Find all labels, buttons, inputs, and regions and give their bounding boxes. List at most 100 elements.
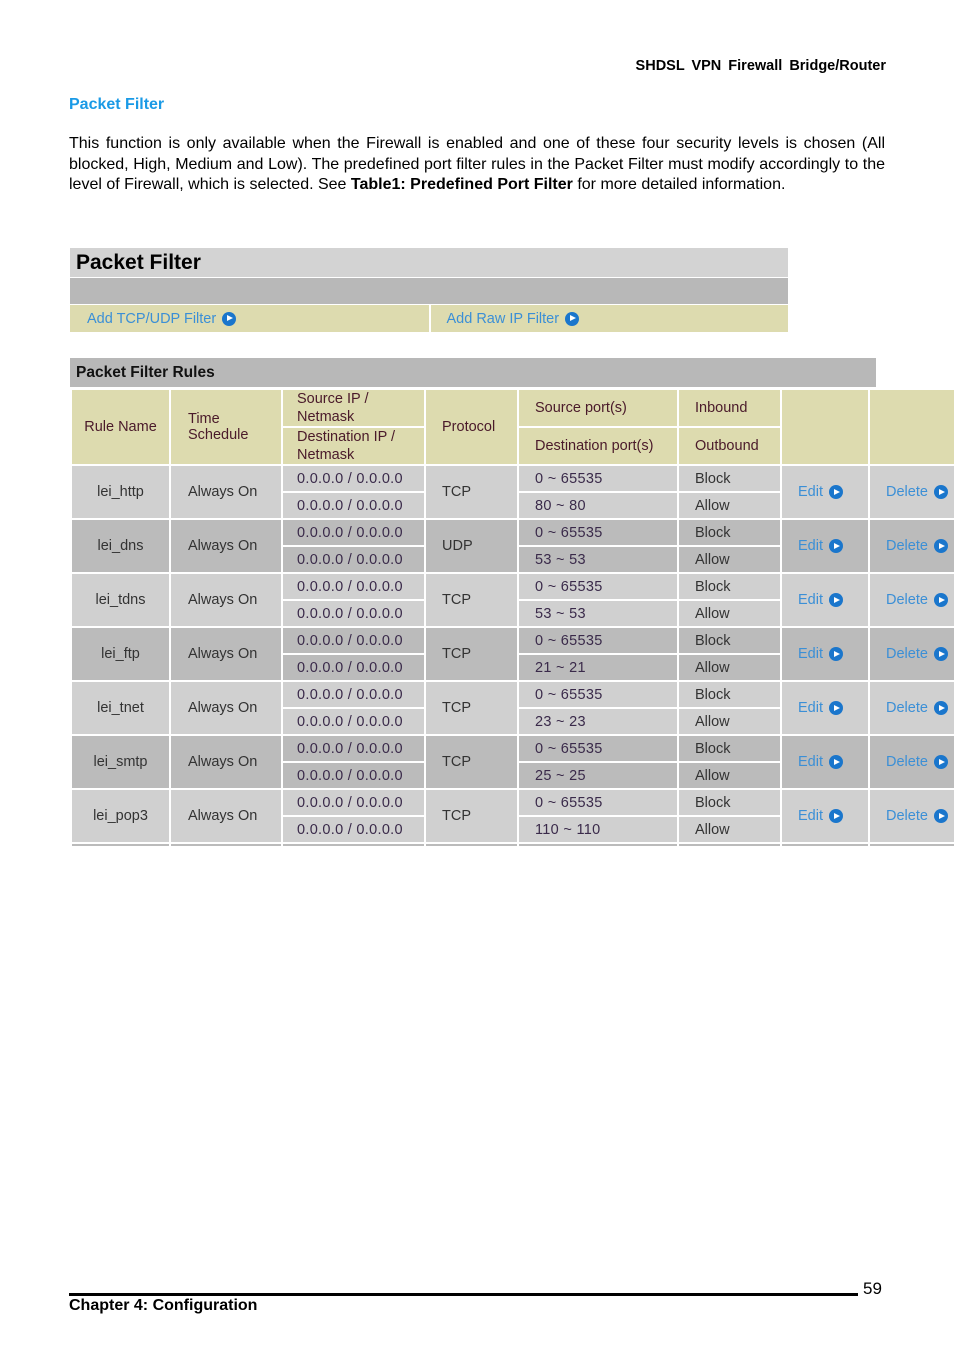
protocol: TCP [424,788,519,844]
bottom-edge-cell [169,843,283,848]
page-number: 59 [863,1279,882,1298]
header-edit-blank [780,388,870,466]
protocol: TCP [424,626,519,682]
edit-button[interactable]: Edit [798,808,843,824]
destination-ports: 53 ~ 53 [517,599,679,628]
source-ip: 0.0.0.0 / 0.0.0.0 [281,734,426,763]
inbound-action: Block [677,734,782,763]
delete-button[interactable]: Delete [886,700,948,716]
table-row: lei_http Always On 0.0.0.0 / 0.0.0.0 TCP 0 ~… [70,464,954,520]
header-protocol: Protocol [424,388,519,466]
source-ports: 0 ~ 65535 [517,734,679,763]
packet-filter-rules: Packet Filter Rules Rule Name Time Sched… [70,358,954,848]
protocol: TCP [424,680,519,736]
edit-cell: Edit [780,680,870,736]
edit-button[interactable]: Edit [798,754,843,770]
bottom-edge-cell [70,843,171,848]
arrow-right-circle-icon [933,485,948,499]
table-row: lei_smtp Always On 0.0.0.0 / 0.0.0.0 TCP 0 ~… [70,734,954,790]
edit-button[interactable]: Edit [798,700,843,716]
bottom-edge-cell [281,843,426,848]
intro-text-end: for more detailed information. [572,176,786,193]
delete-button[interactable]: Delete [886,646,948,662]
arrow-right-circle-icon [829,701,843,715]
edit-label: Edit [798,592,823,608]
delete-cell: Delete [868,464,954,520]
delete-button[interactable]: Delete [886,484,948,500]
destination-ip: 0.0.0.0 / 0.0.0.0 [281,761,426,790]
protocol: TCP [424,572,519,628]
header-destination-ports: Destination port(s) [517,426,679,466]
source-ports: 0 ~ 65535 [517,626,679,655]
source-ports: 0 ~ 65535 [517,518,679,547]
rules-table: Rule Name Time Schedule Source IP / Netm… [70,388,954,848]
time-schedule: Always On [169,464,283,520]
add-tcp-udp-filter-link[interactable]: Add TCP/UDP Filter [70,305,429,332]
rule-name: lei_ftp [70,626,171,682]
add-filter-links: Add TCP/UDP Filter Add Raw IP Filter [70,305,788,332]
delete-button[interactable]: Delete [886,592,948,608]
intro-paragraph: This function is only available when the… [69,134,885,196]
footer-rule [69,1293,858,1296]
outbound-action: Allow [677,815,782,844]
delete-cell: Delete [868,734,954,790]
header-source-ip: Source IP / Netmask [281,388,426,428]
add-tcp-udp-filter-label: Add TCP/UDP Filter [87,310,217,327]
destination-ip: 0.0.0.0 / 0.0.0.0 [281,707,426,736]
table-row: lei_tnet Always On 0.0.0.0 / 0.0.0.0 TCP 0 ~… [70,680,954,736]
bottom-edge-cell [517,843,679,848]
edit-button[interactable]: Edit [798,538,843,554]
edit-cell: Edit [780,734,870,790]
outbound-action: Allow [677,599,782,628]
rule-name: lei_smtp [70,734,171,790]
source-ports: 0 ~ 65535 [517,680,679,709]
destination-ports: 21 ~ 21 [517,653,679,682]
time-schedule: Always On [169,626,283,682]
arrow-right-circle-icon [565,311,580,326]
delete-button[interactable]: Delete [886,754,948,770]
edit-cell: Edit [780,518,870,574]
table-row: lei_ftp Always On 0.0.0.0 / 0.0.0.0 TCP 0 ~ … [70,626,954,682]
destination-ports: 53 ~ 53 [517,545,679,574]
bottom-edge-cell [677,843,782,848]
edit-label: Edit [798,700,823,716]
source-ports: 0 ~ 65535 [517,572,679,601]
delete-button[interactable]: Delete [886,808,948,824]
rule-name: lei_tdns [70,572,171,628]
edit-cell: Edit [780,464,870,520]
arrow-right-circle-icon [933,539,948,553]
outbound-action: Allow [677,491,782,520]
edit-cell: Edit [780,572,870,628]
destination-ip: 0.0.0.0 / 0.0.0.0 [281,815,426,844]
bottom-edge-cell [868,843,954,848]
edit-button[interactable]: Edit [798,646,843,662]
time-schedule: Always On [169,680,283,736]
delete-button[interactable]: Delete [886,538,948,554]
delete-cell: Delete [868,518,954,574]
arrow-right-circle-icon [829,809,843,823]
header-outbound: Outbound [677,426,782,466]
panel-divider-bar [70,278,788,305]
inbound-action: Block [677,626,782,655]
header-destination-ip: Destination IP / Netmask [281,426,426,466]
arrow-right-circle-icon [933,593,948,607]
bottom-edge-cell [780,843,870,848]
inbound-action: Block [677,572,782,601]
time-schedule: Always On [169,734,283,790]
arrow-right-circle-icon [829,539,843,553]
delete-cell: Delete [868,788,954,844]
arrow-right-circle-icon [933,809,948,823]
add-raw-ip-filter-link[interactable]: Add Raw IP Filter [428,305,789,332]
protocol: UDP [424,518,519,574]
source-ip: 0.0.0.0 / 0.0.0.0 [281,680,426,709]
arrow-right-circle-icon [222,311,237,326]
table-row: lei_pop3 Always On 0.0.0.0 / 0.0.0.0 TCP 0 ~… [70,788,954,844]
arrow-right-circle-icon [829,485,843,499]
destination-ip: 0.0.0.0 / 0.0.0.0 [281,545,426,574]
table-bottom-edge [70,843,954,848]
destination-ports: 80 ~ 80 [517,491,679,520]
delete-label: Delete [886,592,928,608]
edit-button[interactable]: Edit [798,484,843,500]
edit-button[interactable]: Edit [798,592,843,608]
arrow-right-circle-icon [829,593,843,607]
